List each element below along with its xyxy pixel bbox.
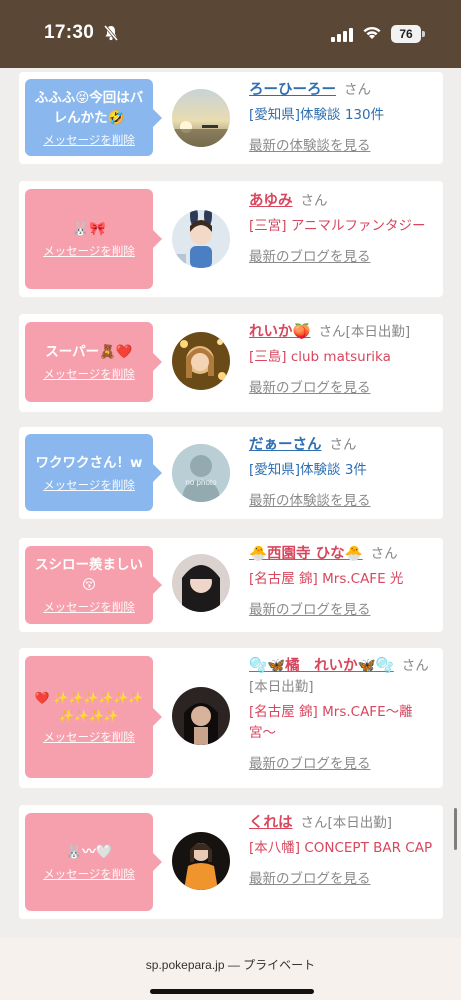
delete-message-link[interactable]: メッセージを削除: [43, 599, 135, 615]
delete-message-link[interactable]: メッセージを削除: [43, 132, 135, 148]
avatar[interactable]: [172, 687, 230, 745]
message-bubble: ❤️ ✨✨✨✨✨✨ ✨✨✨✨ メッセージを削除: [25, 656, 162, 778]
see-latest-link[interactable]: 最新のブログを見る: [249, 600, 437, 621]
user-subtitle[interactable]: [名古屋 錦] Mrs.CAFE〜離宮〜: [249, 702, 437, 744]
honorific: さん: [344, 82, 371, 98]
see-latest-link[interactable]: 最新のブログを見る: [249, 378, 437, 399]
scroll-indicator[interactable]: [454, 808, 457, 850]
user-name-link[interactable]: だぁーさん: [249, 437, 322, 453]
user-subtitle[interactable]: [三島] club matsurika: [249, 347, 437, 368]
honorific: さん[本日出勤]: [318, 324, 411, 340]
see-latest-link[interactable]: 最新のブログを見る: [249, 247, 437, 268]
no-photo-label: no photo: [185, 478, 217, 487]
status-time: 17:30: [44, 22, 95, 43]
list-item: ふふふ😝今回はバレんかた🤣 メッセージを削除 ろーひーろー さん [愛知県]体験談…: [19, 72, 443, 164]
user-info: れいか🍑 さん[本日出勤] [三島] club matsurika 最新のブログを…: [249, 322, 437, 399]
message-text: ワクワクさん！w: [35, 454, 143, 471]
message-bubble: ワクワクさん！w メッセージを削除: [25, 434, 162, 511]
url-label[interactable]: sp.pokepara.jp — プライベート: [0, 956, 461, 973]
delete-message-link[interactable]: メッセージを削除: [43, 729, 135, 745]
see-latest-link[interactable]: 最新の体験談を見る: [249, 136, 437, 157]
user-info: ろーひーろー さん [愛知県]体験談 130件 最新の体験談を見る: [249, 80, 437, 157]
honorific: さん[本日出勤]: [300, 815, 393, 831]
delete-message-link[interactable]: メッセージを削除: [43, 366, 135, 382]
delete-message-link[interactable]: メッセージを削除: [43, 243, 135, 259]
user-info: だぁーさん さん [愛知県]体験談 3件 最新の体験談を見る: [249, 435, 437, 512]
list-item: ワクワクさん！w メッセージを削除 no photo だぁーさん さん [愛知県]…: [19, 427, 443, 519]
user-name-link[interactable]: 🐣西園寺 ひな🐣: [249, 546, 363, 562]
list-item: スーパー🧸❤️ メッセージを削除 れいか🍑 さん[本日出勤] [三島] club …: [19, 314, 443, 412]
bell-muted-icon: [103, 25, 119, 45]
avatar[interactable]: [172, 332, 230, 390]
user-name-link[interactable]: 🫧🦋橘 れいか🦋🫧: [249, 658, 394, 674]
message-text: スシロー羨ましい😚: [35, 557, 143, 593]
message-bubble: ふふふ😝今回はバレんかた🤣 メッセージを削除: [25, 79, 162, 156]
list-item: 🐰〰🤍 メッセージを削除 くれは さん[本日出勤] [本八幡] CONCEPT B…: [19, 805, 443, 919]
message-bubble: スーパー🧸❤️ メッセージを削除: [25, 322, 162, 402]
list-item: ❤️ ✨✨✨✨✨✨ ✨✨✨✨ メッセージを削除 🫧🦋橘 れいか🦋🫧 さん[本日出勤…: [19, 648, 443, 788]
user-subtitle[interactable]: [本八幡] CONCEPT BAR CAP: [249, 838, 437, 859]
user-info: 🫧🦋橘 れいか🦋🫧 さん[本日出勤] [名古屋 錦] Mrs.CAFE〜離宮〜 最…: [249, 656, 437, 775]
avatar[interactable]: [172, 554, 230, 612]
list-item: 🐰🎀 メッセージを削除 あゆみ さん [三宮] アニマルファンタジー 最新のブログ…: [19, 181, 443, 297]
message-bubble: 🐰〰🤍 メッセージを削除: [25, 813, 162, 911]
message-list[interactable]: ふふふ😝今回はバレんかた🤣 メッセージを削除 ろーひーろー さん [愛知県]体験談…: [0, 68, 461, 938]
home-indicator[interactable]: [150, 989, 314, 994]
honorific: さん: [329, 437, 357, 453]
wifi-icon: [362, 25, 382, 45]
signal-icon: [331, 27, 353, 46]
message-text: ❤️ ✨✨✨✨✨✨ ✨✨✨✨: [34, 691, 144, 723]
avatar[interactable]: no photo: [172, 444, 230, 502]
user-subtitle[interactable]: [愛知県]体験談 130件: [249, 105, 437, 126]
user-name-link[interactable]: ろーひーろー: [249, 82, 336, 98]
message-text: スーパー🧸❤️: [45, 344, 133, 360]
user-name-link[interactable]: れいか🍑: [249, 324, 311, 340]
user-name-link[interactable]: あゆみ: [249, 193, 293, 209]
message-bubble: スシロー羨ましい😚 メッセージを削除: [25, 546, 162, 624]
honorific: さん: [300, 193, 328, 209]
status-bar: 17:30 76: [0, 0, 461, 68]
delete-message-link[interactable]: メッセージを削除: [43, 866, 135, 882]
list-item: スシロー羨ましい😚 メッセージを削除 🐣西園寺 ひな🐣 さん [名古屋 錦] Mr…: [19, 538, 443, 632]
browser-bottom-bar: sp.pokepara.jp — プライベート: [0, 938, 461, 1000]
avatar[interactable]: [172, 210, 230, 268]
user-info: くれは さん[本日出勤] [本八幡] CONCEPT BAR CAP 最新のブログ…: [249, 813, 437, 890]
battery-icon: 76: [391, 25, 421, 43]
user-subtitle[interactable]: [三宮] アニマルファンタジー: [249, 216, 437, 237]
avatar[interactable]: [172, 89, 230, 147]
honorific: さん: [370, 546, 398, 562]
user-subtitle[interactable]: [愛知県]体験談 3件: [249, 460, 437, 481]
see-latest-link[interactable]: 最新のブログを見る: [249, 754, 437, 775]
message-text: ふふふ😝今回はバレんかた🤣: [34, 89, 144, 126]
message-text: 🐰〰🤍: [65, 844, 113, 860]
message-text: 🐰🎀: [72, 221, 106, 237]
user-info: あゆみ さん [三宮] アニマルファンタジー 最新のブログを見る: [249, 191, 437, 268]
message-bubble: 🐰🎀 メッセージを削除: [25, 189, 162, 289]
see-latest-link[interactable]: 最新のブログを見る: [249, 869, 437, 890]
user-subtitle[interactable]: [名古屋 錦] Mrs.CAFE 光: [249, 569, 437, 590]
avatar[interactable]: [172, 832, 230, 890]
battery-tip: [422, 31, 425, 37]
delete-message-link[interactable]: メッセージを削除: [43, 477, 135, 493]
user-info: 🐣西園寺 ひな🐣 さん [名古屋 錦] Mrs.CAFE 光 最新のブログを見る: [249, 544, 437, 621]
user-name-link[interactable]: くれは: [249, 815, 293, 831]
see-latest-link[interactable]: 最新の体験談を見る: [249, 491, 437, 512]
